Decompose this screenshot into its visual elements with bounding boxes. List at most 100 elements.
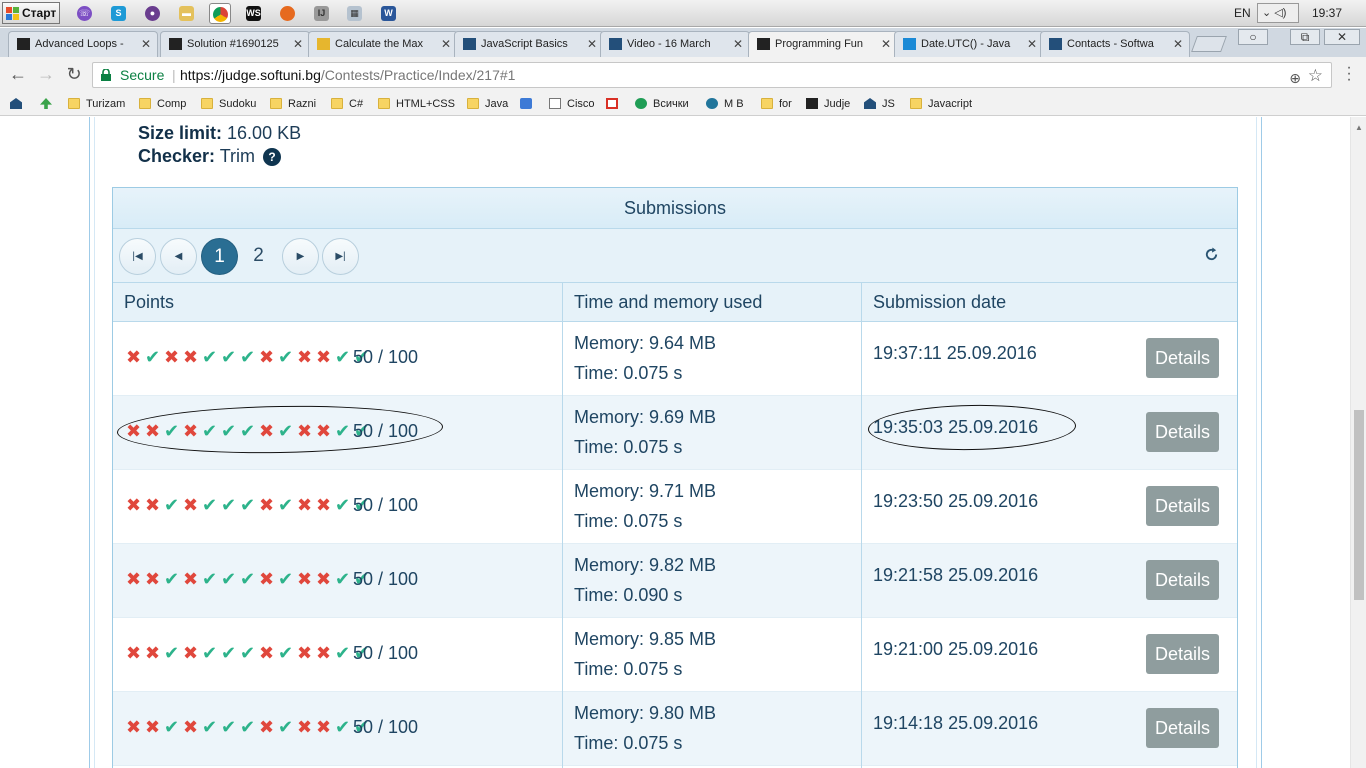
address-bar[interactable]: Secure | https://judge.softuni.bg/Contes… [92,62,1332,88]
submissions-grid: Submissions |◀ ◀ 1 2 ▶ ▶| Points Time an… [112,187,1238,768]
size-limit: Size limit: 16.00 KB [138,123,301,144]
tab-2[interactable]: Solution #1690125 ✕ [160,31,310,57]
details-button[interactable]: Details [1146,486,1219,526]
bookmark-judje[interactable]: Judje [806,96,850,112]
close-window-icon[interactable]: ✕ [1324,29,1360,45]
last-page-icon[interactable]: ▶| [322,238,359,275]
bookmark-comp[interactable]: Comp [139,96,186,112]
size-limit-label: Size limit: [138,123,223,143]
bookmark-js[interactable]: JS [864,96,895,112]
page-1-button[interactable]: 1 [201,238,238,275]
page-yellow-icon [317,38,330,50]
viber-icon[interactable]: ☏ [74,3,96,24]
test-passed-icon: ✔ [334,643,351,663]
firefox-icon[interactable] [277,3,299,24]
first-page-icon[interactable]: |◀ [119,238,156,275]
test-passed-icon: ✔ [201,717,218,737]
bookmark-razni[interactable]: Razni [270,96,316,112]
intellij-icon[interactable]: IJ [311,3,333,24]
bookmark-turizam[interactable]: Turizam [68,96,125,112]
back-icon[interactable]: ← [7,63,29,85]
details-button[interactable]: Details [1146,708,1219,748]
tab-5[interactable]: Video - 16 March ✕ [600,31,750,57]
bookmark-java[interactable]: Java [467,96,508,112]
bookmark-javacript[interactable]: Javacript [910,96,972,112]
close-tab-icon[interactable]: ✕ [587,37,597,51]
details-button[interactable]: Details [1146,412,1219,452]
bookmark-contact[interactable] [520,96,538,112]
refresh-icon[interactable] [1204,247,1219,262]
tab-7[interactable]: Date.UTC() - Java ✕ [894,31,1044,57]
browser-toolbar: ← → ↻ Secure | https://judge.softuni.bg/… [0,57,1366,92]
vertical-scrollbar[interactable]: ▲ [1350,117,1366,768]
details-button[interactable]: Details [1146,560,1219,600]
time-used: Time: 0.075 s [574,511,683,531]
page-2-button[interactable]: 2 [240,238,277,275]
tab-8[interactable]: Contacts - Softwa ✕ [1040,31,1190,57]
checker-value: Trim [219,146,256,166]
start-button[interactable]: Старт [2,2,60,24]
bookmark-softuni-hat[interactable] [10,96,28,112]
tab-1[interactable]: Advanced Loops - ✕ [8,31,158,57]
scroll-thumb[interactable] [1354,410,1364,600]
tab-title: JavaScript Basics [481,38,568,50]
prev-page-icon[interactable]: ◀ [160,238,197,275]
clock[interactable]: 19:37 [1312,6,1342,20]
bookmark-html+css[interactable]: HTML+CSS [378,96,455,112]
column-submission-date[interactable]: Submission date [862,283,1006,322]
test-failed-icon: ✖ [125,717,142,737]
bookmark-gmail[interactable] [606,96,624,112]
column-points[interactable]: Points [113,283,174,322]
tor-icon[interactable]: ● [142,3,164,24]
checker: Checker: Trim ? [138,146,282,167]
new-tab-button[interactable] [1191,36,1227,52]
tab-4[interactable]: JavaScript Basics ✕ [454,31,604,57]
bookmark-for[interactable]: for [761,96,792,112]
next-page-icon[interactable]: ▶ [282,238,319,275]
softuni-hat-icon [463,38,476,50]
scroll-up-icon[interactable]: ▲ [1355,123,1363,132]
column-time-memory[interactable]: Time and memory used [563,283,762,322]
points-value: 50 / 100 [353,569,419,589]
details-button[interactable]: Details [1146,634,1219,674]
bookmark-green-arrow[interactable] [40,96,58,112]
bookmark-c#[interactable]: C# [331,96,363,112]
close-tab-icon[interactable]: ✕ [1027,37,1037,51]
bookmark-cisco[interactable]: Cisco [549,96,595,112]
explorer-icon[interactable]: ▬ [176,3,198,24]
close-tab-icon[interactable]: ✕ [1173,37,1183,51]
bookmark-sudoku[interactable]: Sudoku [201,96,256,112]
chrome-icon[interactable] [209,3,231,24]
forward-icon[interactable]: → [35,63,57,85]
chrome-menu-icon[interactable]: · · · [1342,60,1356,88]
test-failed-icon: ✖ [182,347,199,367]
minimize-icon[interactable]: ○ [1238,29,1268,45]
close-tab-icon[interactable]: ✕ [733,37,743,51]
skype-icon[interactable]: S [108,3,130,24]
url-text[interactable]: https://judge.softuni.bg/Contests/Practi… [180,63,515,87]
language-indicator[interactable]: EN [1234,6,1251,20]
tray-volume-icon[interactable]: ⌄ ◁) [1257,3,1299,23]
close-tab-icon[interactable]: ✕ [141,37,151,51]
bookmark-m-b[interactable]: M B [706,96,744,112]
details-button[interactable]: Details [1146,338,1219,378]
maximize-icon[interactable]: ⧉ [1290,29,1320,45]
folder-icon [467,98,479,109]
close-tab-icon[interactable]: ✕ [441,37,451,51]
bookmark-star-icon[interactable]: ☆ [1308,64,1323,88]
close-tab-icon[interactable]: ✕ [881,37,891,51]
close-tab-icon[interactable]: ✕ [293,37,303,51]
webstorm-icon[interactable]: WS [243,3,265,24]
memory-used: Memory: 9.64 MB [574,333,717,353]
test-passed-icon: ✔ [220,717,237,737]
bookmark-label: Java [485,98,509,110]
bookmark-всички[interactable]: Всички [635,96,689,112]
help-icon[interactable]: ? [263,148,282,166]
word-icon[interactable]: W [378,3,400,24]
tab-3[interactable]: Calculate the Max ✕ [308,31,458,57]
tab-6[interactable]: Programming Fun ✕ [748,31,898,58]
zoom-icon[interactable]: ⊕ [1289,66,1301,90]
reload-icon[interactable]: ↻ [63,63,85,85]
test-failed-icon: ✖ [144,495,161,515]
calculator-icon[interactable]: ▦ [344,3,366,24]
